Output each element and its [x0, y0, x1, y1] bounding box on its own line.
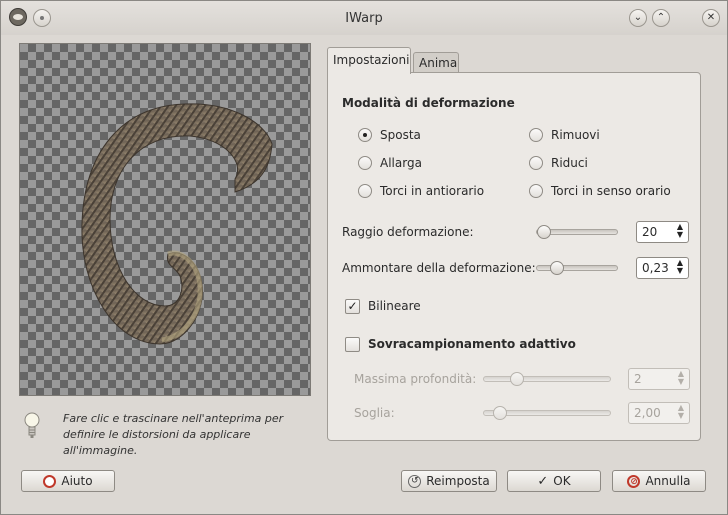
radio-allarga[interactable]: Allarga — [358, 156, 422, 170]
threshold-slider-handle[interactable] — [493, 406, 507, 420]
checkmark-icon: ✓ — [537, 473, 549, 489]
radio-sposta[interactable]: Sposta — [358, 128, 421, 142]
settings-panel: Modalità di deformazione Sposta Rimuovi … — [327, 72, 701, 441]
bilinear-checkbox[interactable]: ✓ — [345, 299, 360, 314]
radio-indicator[interactable] — [529, 128, 543, 142]
radio-indicator[interactable] — [358, 184, 372, 198]
help-label: Aiuto — [61, 474, 93, 488]
close-button[interactable]: ✕ — [702, 9, 720, 27]
preview-canvas[interactable] — [19, 43, 311, 396]
depth-label: Massima profondità: — [354, 372, 477, 386]
tab-impostazioni[interactable]: Impostazioni — [327, 47, 411, 74]
help-button[interactable]: Aiuto — [21, 470, 115, 492]
bilinear-label: Bilineare — [368, 299, 421, 313]
radio-rimuovi[interactable]: Rimuovi — [529, 128, 600, 142]
lightbulb-icon — [24, 412, 40, 438]
spin-arrows-icon[interactable]: ▲ ▼ — [676, 404, 686, 422]
tab-anima[interactable]: Anima — [413, 52, 459, 73]
cancel-icon: ⊘ — [627, 474, 641, 488]
threshold-value: 2,00 — [634, 406, 661, 420]
radio-indicator[interactable] — [529, 184, 543, 198]
hint-text: Fare clic e trascinare nell'anteprima pe… — [63, 412, 284, 457]
radio-label: Sposta — [380, 128, 421, 142]
deform-mode-title: Modalità di deformazione — [342, 96, 515, 110]
radio-torci-antiorario[interactable]: Torci in antiorario — [358, 184, 484, 198]
radio-label: Torci in senso orario — [551, 184, 671, 198]
cancel-button[interactable]: ⊘ Annulla — [612, 470, 706, 492]
reset-button[interactable]: ↺ Reimposta — [401, 470, 497, 492]
radio-riduci[interactable]: Riduci — [529, 156, 588, 170]
radio-label: Riduci — [551, 156, 588, 170]
iwarp-dialog: IWarp ⌄ ⌃ ✕ Fare clic e trascinare nell'… — [0, 0, 728, 515]
depth-spinbox[interactable]: 2 ▲ ▼ — [628, 368, 690, 390]
amount-spinbox[interactable]: 0,23 ▲ ▼ — [636, 257, 689, 279]
radio-label: Torci in antiorario — [380, 184, 485, 198]
amount-label: Ammontare della deformazione: — [342, 261, 536, 275]
depth-value: 2 — [634, 372, 642, 386]
horn-image — [81, 103, 273, 345]
radio-torci-orario[interactable]: Torci in senso orario — [529, 184, 671, 198]
depth-slider-handle[interactable] — [510, 372, 524, 386]
radio-indicator[interactable] — [529, 156, 543, 170]
amount-value: 0,23 — [642, 261, 669, 275]
reset-icon: ↺ — [408, 474, 422, 488]
radius-label: Raggio deformazione: — [342, 225, 474, 239]
radio-label: Rimuovi — [551, 128, 600, 142]
spin-arrows-icon[interactable]: ▲ ▼ — [676, 370, 686, 388]
minimize-button[interactable]: ⌄ — [629, 9, 647, 27]
radio-indicator[interactable] — [358, 156, 372, 170]
radio-label: Allarga — [380, 156, 422, 170]
threshold-spinbox[interactable]: 2,00 ▲ ▼ — [628, 402, 690, 424]
radius-value: 20 — [642, 225, 658, 239]
amount-slider[interactable] — [536, 265, 618, 271]
maximize-button[interactable]: ⌃ — [652, 9, 670, 27]
title-bar: IWarp ⌄ ⌃ ✕ — [1, 1, 727, 35]
ok-label: OK — [553, 474, 571, 488]
supersample-checkbox[interactable] — [345, 337, 360, 352]
radius-spinbox[interactable]: 20 ▲ ▼ — [636, 221, 689, 243]
supersample-label: Sovracampionamento adattivo — [368, 337, 576, 351]
spin-arrows-icon[interactable]: ▲ ▼ — [675, 259, 685, 277]
spin-arrows-icon[interactable]: ▲ ▼ — [675, 223, 685, 241]
depth-slider[interactable] — [483, 376, 611, 382]
help-lifebuoy-icon — [43, 474, 57, 488]
threshold-label: Soglia: — [354, 406, 395, 420]
reset-label: Reimposta — [426, 474, 490, 488]
radius-slider-handle[interactable] — [537, 225, 551, 239]
window-title: IWarp — [345, 11, 383, 26]
cancel-label: Annulla — [645, 474, 691, 488]
radio-indicator[interactable] — [358, 128, 372, 142]
amount-slider-handle[interactable] — [550, 261, 564, 275]
ok-button[interactable]: ✓ OK — [507, 470, 601, 492]
